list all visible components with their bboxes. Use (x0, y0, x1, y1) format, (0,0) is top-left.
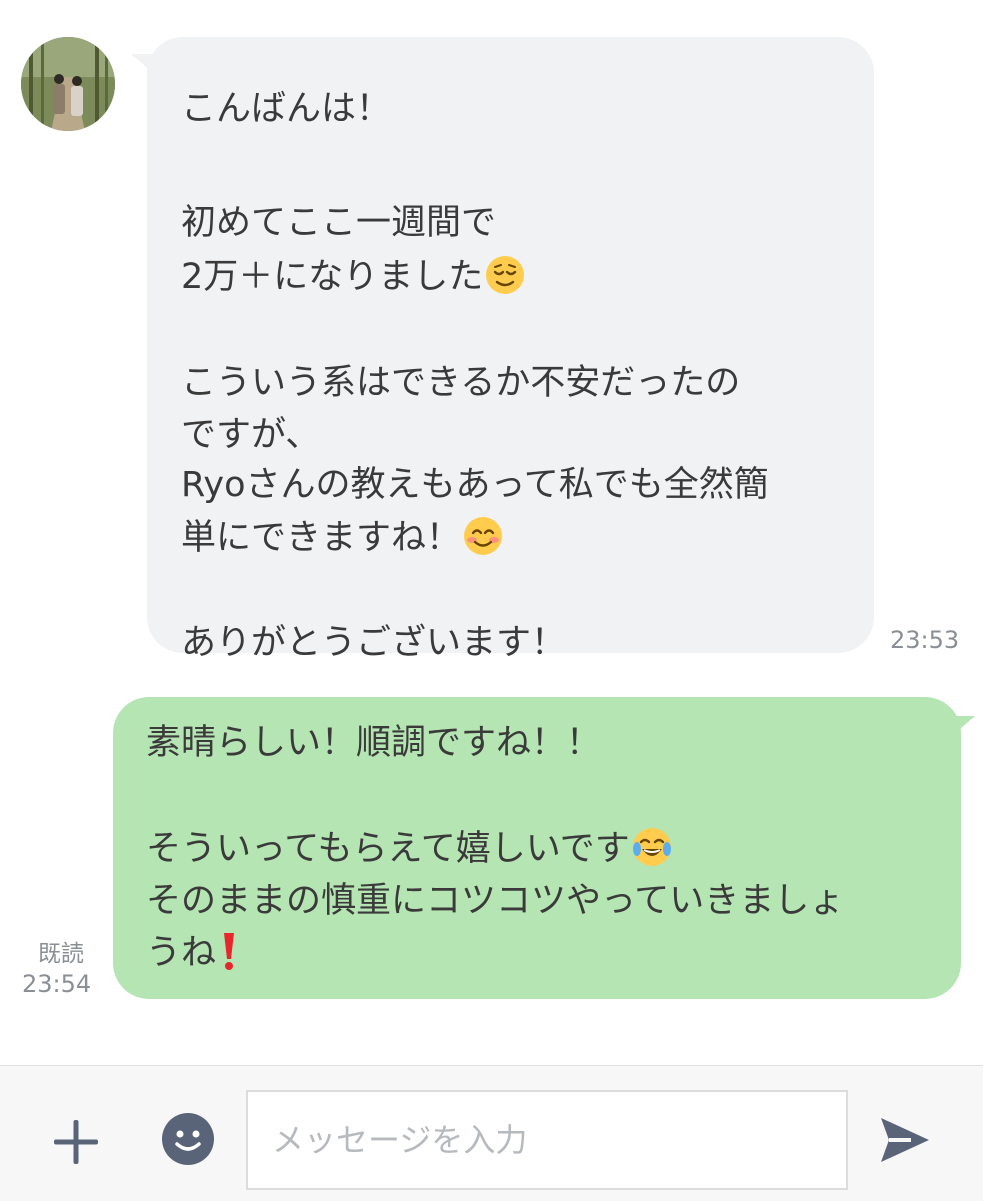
chat-area: こんばんは！ 初めてここ一週間で 2万＋になりました こういう系はできるか不安だ… (0, 0, 983, 1065)
red-exclamation-mark-emoji-icon (218, 931, 240, 971)
send-icon[interactable] (875, 1112, 933, 1168)
incoming-line-with-emoji: 2万＋になりました (181, 253, 525, 301)
relieved-face-emoji-icon (485, 255, 525, 295)
plus-icon[interactable] (50, 1116, 102, 1168)
incoming-line: こういう系はできるか不安だったの (181, 363, 741, 403)
outgoing-line-text: そういってもらえて嬉しいです (146, 829, 630, 869)
outgoing-line: 素晴らしい！順調ですね！！ (146, 723, 602, 763)
incoming-line: Ryoさんの教えもあって私でも全然簡 (181, 465, 769, 505)
face-with-tears-of-joy-emoji-icon (632, 827, 672, 867)
outgoing-line: そのままの慎重にコツコツやっていきましょ (146, 881, 845, 921)
avatar-photo (21, 37, 115, 131)
message-input[interactable] (246, 1090, 848, 1190)
incoming-line-text: 2万＋になりました (181, 257, 484, 297)
outgoing-line-with-emoji: うね (146, 929, 240, 977)
incoming-line-text: 単にできますね！ (181, 518, 462, 558)
smiling-face-with-blush-emoji-icon (463, 516, 503, 556)
emoji-icon[interactable] (161, 1112, 215, 1166)
outgoing-timestamp: 23:54 (22, 970, 92, 998)
incoming-line: ですが、 (181, 415, 321, 455)
incoming-timestamp: 23:53 (890, 626, 960, 654)
outgoing-message-bubble[interactable]: 素晴らしい！順調ですね！！ そういってもらえて嬉しいです そのままの慎重にコツコ… (113, 697, 961, 999)
incoming-line: ありがとうございます！ (181, 623, 567, 663)
incoming-line-with-emoji: 単にできますね！ (181, 514, 503, 562)
outgoing-line-with-emoji: そういってもらえて嬉しいです (146, 825, 672, 873)
read-receipt: 既読 (38, 941, 84, 967)
message-composer (0, 1065, 983, 1201)
incoming-line: 初めてここ一週間で (181, 203, 497, 243)
incoming-message-bubble[interactable]: こんばんは！ 初めてここ一週間で 2万＋になりました こういう系はできるか不安だ… (147, 37, 874, 663)
incoming-line: こんばんは！ (181, 89, 392, 129)
sender-avatar[interactable] (21, 37, 115, 131)
outgoing-line-text: うね (146, 933, 217, 973)
